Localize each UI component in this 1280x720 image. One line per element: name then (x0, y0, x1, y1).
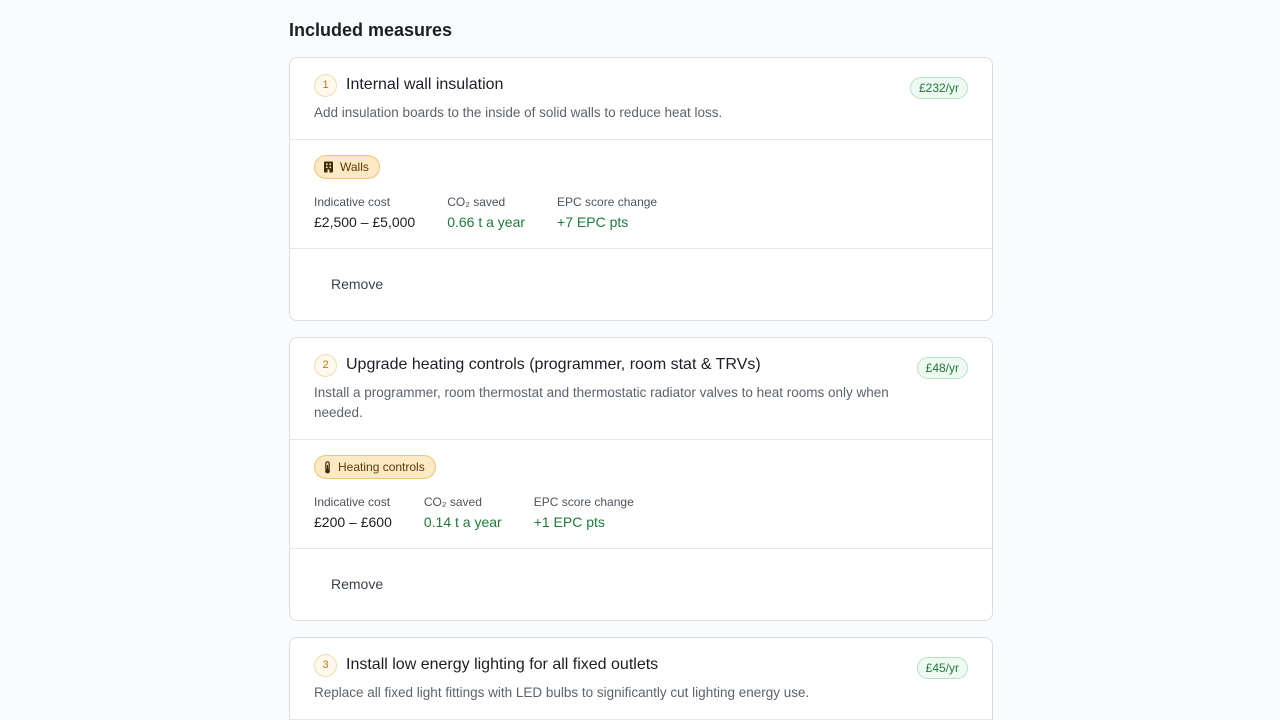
measure-title: Install low energy lighting for all fixe… (346, 656, 659, 673)
section-title: Included measures (289, 20, 453, 40)
indicative-cost-label: Indicative cost (314, 495, 391, 509)
measure-header: 1 Internal wall insulation £232/yr Add i… (290, 58, 992, 140)
measure-header: 3 Install low energy lighting for all fi… (290, 638, 992, 720)
annual-savings-badge: £48/yr (916, 357, 968, 379)
epc-score-change: EPC score change +1 EPC pts (534, 495, 634, 530)
measure-card: 1 Internal wall insulation £232/yr Add i… (289, 57, 993, 321)
annual-savings-badge: £232/yr (909, 77, 968, 99)
co2-saved-value: 0.66 t a year (447, 214, 526, 230)
measure-header: 2 Upgrade heating controls (programmer, … (290, 338, 992, 440)
measure-metrics: Indicative cost £2,500 – £5,000 CO₂ save… (314, 195, 657, 230)
building-icon (323, 161, 334, 173)
category-chip: Heating controls (314, 455, 436, 479)
measure-number-badge: 3 (314, 654, 337, 677)
co2-saved-label: CO₂ saved (423, 495, 482, 509)
category-label: Heating controls (338, 460, 425, 474)
annual-savings-badge: £45/yr (916, 657, 968, 679)
measure-title: Internal wall insulation (346, 76, 504, 93)
measure-details: Walls Indicative cost £2,500 – £5,000 CO… (290, 140, 992, 249)
measure-card: 3 Install low energy lighting for all fi… (289, 637, 993, 720)
epc-score-change-value: +1 EPC pts (533, 514, 605, 530)
measure-description: Install a programmer, room thermostat an… (314, 385, 889, 420)
measure-actions: Remove (290, 549, 992, 620)
indicative-cost-label: Indicative cost (314, 195, 391, 209)
epc-score-change-value: +7 EPC pts (557, 214, 629, 230)
thermometer-icon (323, 460, 332, 474)
epc-score-change: EPC score change +7 EPC pts (557, 195, 657, 230)
measure-title: Upgrade heating controls (programmer, ro… (346, 356, 761, 373)
measure-actions: Remove (290, 249, 992, 320)
measure-card: 2 Upgrade heating controls (programmer, … (289, 337, 993, 621)
measure-number-badge: 2 (314, 354, 337, 377)
indicative-cost: Indicative cost £2,500 – £5,000 (314, 195, 415, 230)
measure-description: Add insulation boards to the inside of s… (314, 105, 723, 120)
measure-number-badge: 1 (314, 74, 337, 97)
category-label: Walls (340, 160, 369, 174)
measure-description: Replace all fixed light fittings with LE… (314, 685, 810, 700)
remove-button[interactable]: Remove (318, 274, 396, 294)
measure-metrics: Indicative cost £200 – £600 CO₂ saved 0.… (314, 495, 634, 530)
co2-saved: CO₂ saved 0.14 t a year (424, 495, 502, 530)
remove-button[interactable]: Remove (318, 574, 396, 594)
epc-score-change-label: EPC score change (557, 195, 658, 209)
measure-details: Heating controls Indicative cost £200 – … (290, 440, 992, 549)
indicative-cost-value: £200 – £600 (314, 514, 392, 530)
co2-saved-label: CO₂ saved (447, 195, 506, 209)
co2-saved-value: 0.14 t a year (423, 514, 502, 530)
co2-saved: CO₂ saved 0.66 t a year (447, 195, 525, 230)
category-chip: Walls (314, 155, 380, 179)
indicative-cost-value: £2,500 – £5,000 (314, 214, 416, 230)
indicative-cost: Indicative cost £200 – £600 (314, 495, 392, 530)
epc-score-change-label: EPC score change (533, 495, 634, 509)
